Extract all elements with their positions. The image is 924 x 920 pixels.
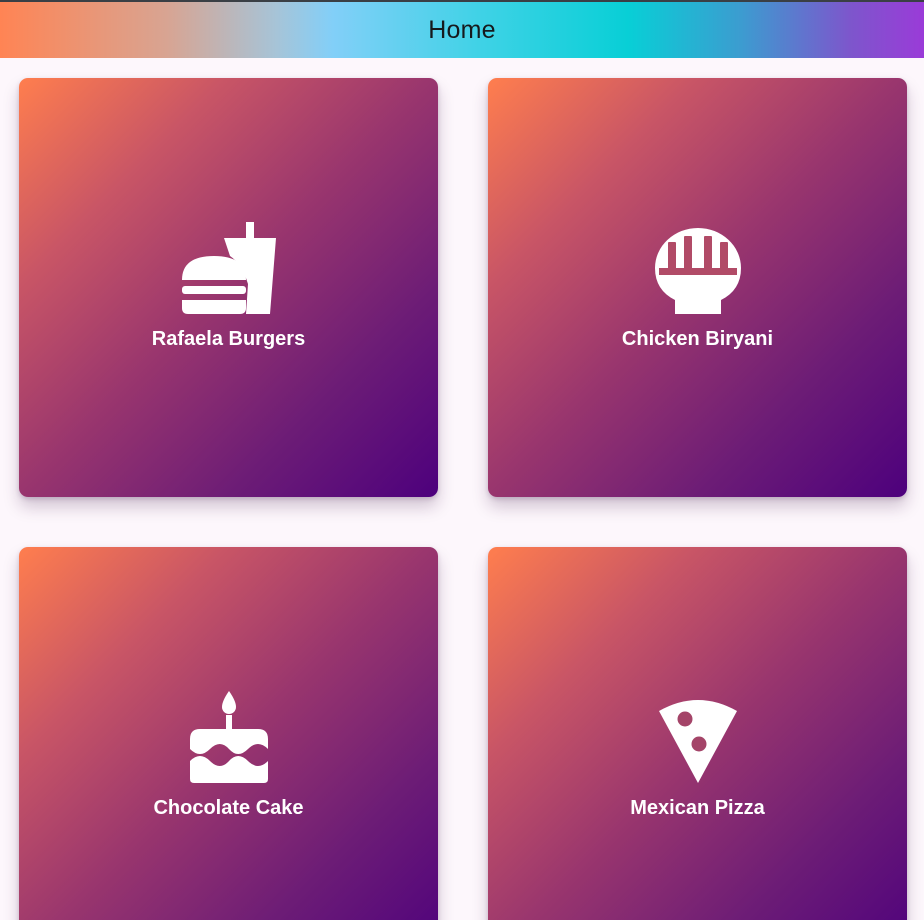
- food-card-biryani[interactable]: Chicken Biryani: [488, 78, 907, 497]
- app-bar-title: Home: [428, 15, 496, 44]
- app-screen: Home Rafaela Burgers Chicken Biryani Cho…: [0, 0, 924, 920]
- food-card-pizza[interactable]: Mexican Pizza: [488, 547, 907, 920]
- food-card-label: Chocolate Cake: [153, 797, 304, 819]
- ramen-dining-icon: [488, 214, 907, 314]
- local-pizza-icon: [488, 683, 907, 783]
- food-card-label: Mexican Pizza: [630, 797, 765, 819]
- food-card-label: Rafaela Burgers: [151, 328, 306, 350]
- food-card-label: Chicken Biryani: [621, 328, 774, 350]
- cake-icon: [19, 683, 438, 783]
- app-bar: Home: [0, 0, 924, 58]
- fastfood-icon: [19, 214, 438, 314]
- food-card-cake[interactable]: Chocolate Cake: [19, 547, 438, 920]
- food-card-burgers[interactable]: Rafaela Burgers: [19, 78, 438, 497]
